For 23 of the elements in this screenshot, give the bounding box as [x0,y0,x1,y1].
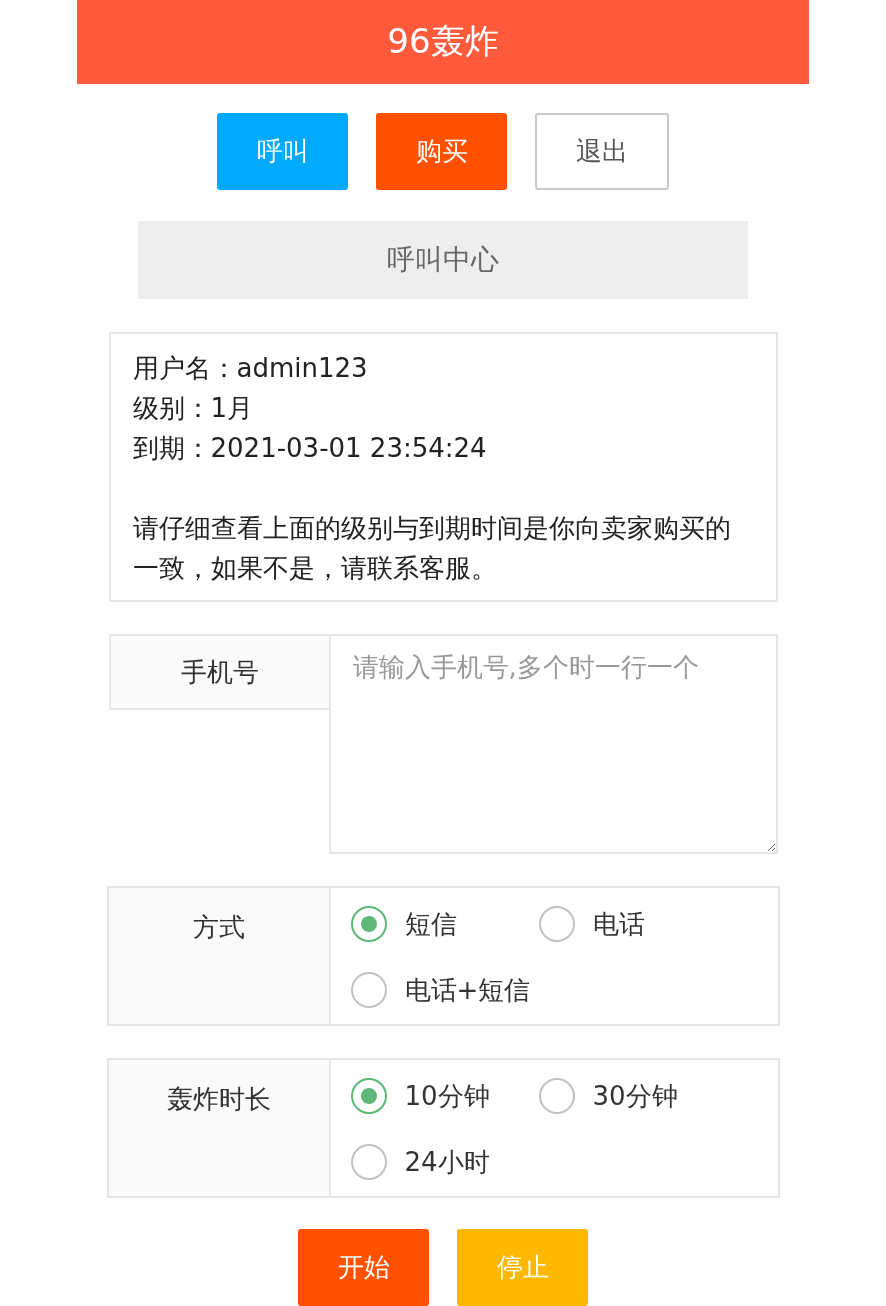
radio-button[interactable] [350,1144,387,1180]
notice-text: 请仔细查看上面的级别与到期时间是你向卖家购买的一致，如果不是，请联系客服。 [132,512,732,585]
radio-button[interactable] [350,972,387,1008]
field-label: 轰炸时长 [108,1060,331,1196]
radio-label[interactable]: 电话 [592,906,645,942]
info-line: 到期：2021-03-01 23:54:24 [132,432,488,465]
radio-label[interactable]: 24小时 [404,1144,490,1180]
radio-label[interactable]: 短信 [404,906,457,942]
phone-input-field[interactable]: 请输入手机号,多个时一行一个 [328,634,778,854]
app-title: 96轰炸 [77,0,809,84]
radio-button[interactable] [350,906,387,942]
section-title: 呼叫中心 [138,221,748,299]
nav-button[interactable]: 退出 [535,113,669,190]
field-label: 手机号 [108,634,329,710]
info-line: 用户名：admin123 [132,352,369,385]
radio-button[interactable] [350,1078,387,1114]
radio-label[interactable]: 10分钟 [404,1078,490,1114]
info-line: 级别：1月 [132,392,255,425]
field-label: 方式 [108,888,331,1024]
radio-button[interactable] [538,906,575,942]
radio-label[interactable]: 电话+短信 [404,972,531,1008]
radio-button[interactable] [538,1078,575,1114]
radio-label[interactable]: 30分钟 [592,1078,678,1114]
